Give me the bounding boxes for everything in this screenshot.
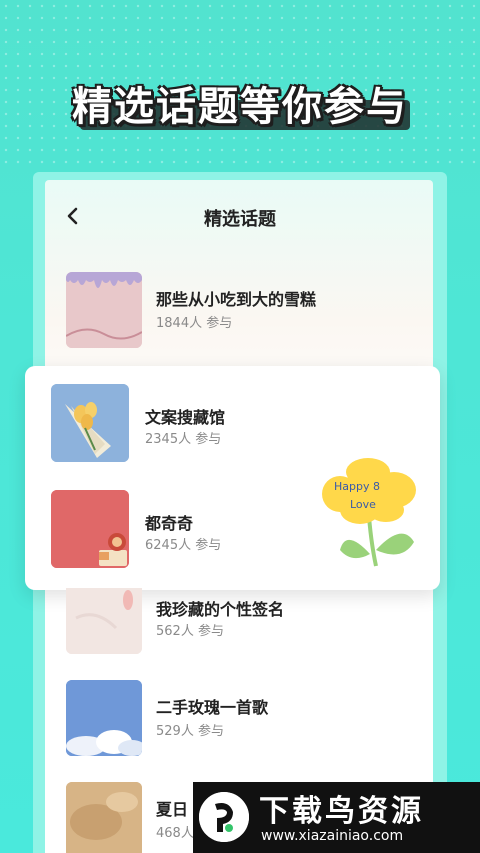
topic-participants: 2345人 参与: [145, 432, 222, 447]
topic-participants: 529人 参与: [156, 724, 224, 739]
watermark-title: 下载鸟资源: [259, 794, 424, 829]
sticker-text-1: Happy 8: [334, 480, 380, 493]
topic-participants: 468人: [156, 826, 194, 841]
topic-thumbnail: [51, 384, 129, 462]
topic-title: 文案搜藏馆: [145, 408, 226, 427]
watermark-url: www.xiazainiao.com: [261, 828, 404, 844]
topic-thumbnail: [66, 782, 142, 853]
bird-logo-icon: [199, 792, 249, 842]
page-title: 精选话题: [204, 209, 276, 230]
topic-thumbnail: [66, 680, 142, 756]
watermark-banner: 下载鸟资源 www.xiazainiao.com: [193, 782, 480, 853]
topic-title: 二手玫瑰一首歌: [156, 698, 269, 717]
topic-thumbnail: [51, 490, 129, 568]
topic-item[interactable]: 文案搜藏馆 2345人 参与: [51, 384, 411, 462]
topic-item[interactable]: 二手玫瑰一首歌 529人 参与: [66, 680, 426, 758]
topic-title: 我珍藏的个性签名: [156, 600, 285, 619]
topic-title: 那些从小吃到大的雪糕: [156, 290, 317, 309]
topic-participants: 6245人 参与: [145, 538, 222, 553]
topic-thumbnail: [66, 588, 142, 654]
promo-headline: 精选话题等你参与: [72, 84, 408, 130]
promo-banner: 精选话题等你参与: [0, 70, 480, 136]
topic-participants: 562人 参与: [156, 624, 224, 639]
topic-item[interactable]: 我珍藏的个性签名 562人 参与: [66, 588, 426, 666]
topic-participants: 1844人 参与: [156, 316, 233, 331]
topic-item[interactable]: 那些从小吃到大的雪糕 1844人 参与: [66, 272, 426, 350]
topic-title: 夏日: [156, 800, 189, 819]
sticker-text-2: Love: [350, 498, 376, 511]
flower-sticker-icon: Happy 8 Love: [322, 458, 416, 567]
topic-thumbnail: [66, 272, 142, 348]
topic-title: 都奇奇: [145, 514, 194, 533]
